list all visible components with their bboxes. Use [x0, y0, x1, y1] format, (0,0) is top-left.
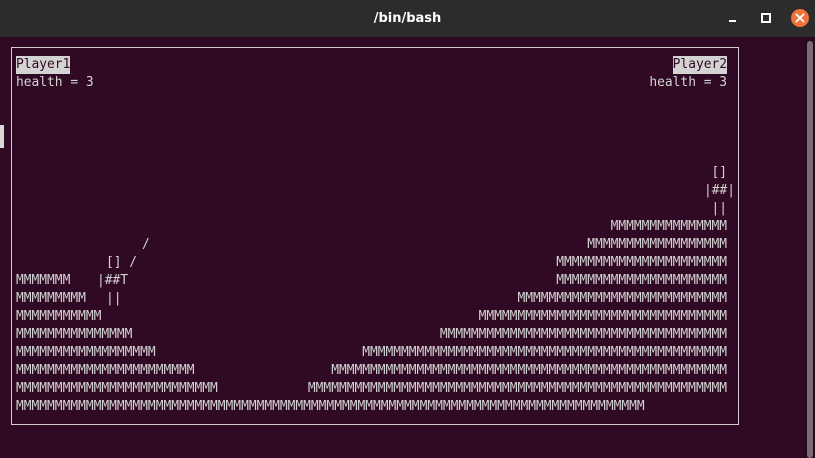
minimize-icon[interactable]: [724, 9, 742, 27]
terrain-right-row: MMMMMMMMMMMMMMM: [610, 219, 727, 234]
terrain-bottom-row: MMMMMMMMMMMMMMMMMMMMMMMMMMMMMMMMMMMMMMMM…: [16, 399, 645, 414]
terrain-right-row: MMMMMMMMMMMMMMMMMMMMMMMMMMMMMMMMMMMMMMMM…: [362, 345, 727, 360]
player1-health: health = 3: [16, 75, 94, 90]
terrain-right-row: MMMMMMMMMMMMMMMMMMMMMM: [556, 273, 727, 288]
maximize-icon[interactable]: [757, 9, 775, 27]
terrain-right-row: MMMMMMMMMMMMMMMMMMMMMMMMMMMMMMMMMMMMMMMM…: [331, 363, 727, 378]
window-title: /bin/bash: [373, 11, 442, 26]
terrain-right-row: MMMMMMMMMMMMMMMMMMMMMMMMMMM: [517, 291, 727, 306]
window-titlebar[interactable]: /bin/bash: [0, 0, 815, 37]
terrain-left-row: MMMMMMMMMMMMMMMMMMMMMMM: [16, 363, 195, 378]
terrain-left-row: MMMMMMMMMMMMMMMMMM: [16, 345, 156, 360]
terrain-left-row: MMMMMMMMMMMMMMM: [16, 327, 133, 342]
player2-health: health = 3: [649, 75, 727, 90]
player2-tank-treads: ||: [711, 201, 727, 216]
player2-tank-turret: []: [711, 165, 727, 180]
player1-tank-treads: ||: [106, 291, 122, 306]
player2-name: Player2: [672, 56, 727, 74]
background-window-fragment: [0, 125, 4, 148]
terrain-left-row: MMMMMMM: [16, 273, 71, 288]
terrain-right-row: MMMMMMMMMMMMMMMMMMMMMMMMMMMMMMMMMMMMM: [439, 327, 727, 342]
terrain-right-row: MMMMMMMMMMMMMMMMMMMMMM: [556, 255, 727, 270]
player1-tank-turret: [] /: [106, 255, 138, 270]
player1-tank-body: |##T: [97, 273, 129, 288]
close-icon[interactable]: [791, 8, 809, 27]
scrollbar-thumb[interactable]: [807, 41, 813, 458]
terrain-right-row: MMMMMMMMMMMMMMMMMM: [587, 237, 727, 252]
player1-shot-trail: /: [142, 237, 150, 252]
terrain-right-row: MMMMMMMMMMMMMMMMMMMMMMMMMMMMMMMMMMMMMMMM…: [307, 381, 727, 396]
terrain-left-row: MMMMMMMMMMM: [16, 309, 102, 324]
player2-tank-body: |##|: [703, 183, 735, 198]
terrain-left-row: MMMMMMMMMMMMMMMMMMMMMMMMMM: [16, 381, 218, 396]
player1-name: Player1: [16, 56, 71, 74]
terrain-left-row: MMMMMMMMM: [16, 291, 86, 306]
terrain-right-row: MMMMMMMMMMMMMMMMMMMMMMMMMMMMMMMM: [478, 309, 727, 324]
